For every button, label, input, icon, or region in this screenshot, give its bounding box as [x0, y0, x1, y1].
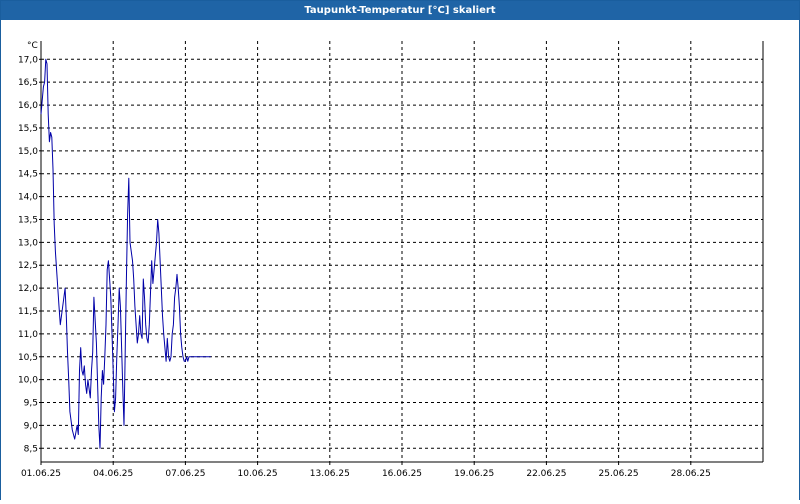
x-tick-label: 22.06.25 — [526, 469, 566, 479]
y-tick-label: 15,0 — [18, 147, 38, 157]
y-tick-label: 10,5 — [18, 353, 38, 363]
y-tick-label: 16,0 — [18, 101, 38, 111]
y-tick-label: 15,5 — [18, 124, 38, 134]
y-tick-label: 12,0 — [18, 284, 38, 294]
x-tick-label: 01.06.25 — [21, 469, 61, 479]
x-tick-label: 16.06.25 — [382, 469, 422, 479]
y-tick-label: 16,5 — [18, 78, 38, 88]
y-tick-label: 8,5 — [24, 444, 38, 454]
x-tick-label: 19.06.25 — [454, 469, 494, 479]
x-tick-label: 25.06.25 — [599, 469, 639, 479]
grid-lines — [41, 41, 763, 462]
y-tick-labels: 8,5 9,0 9,5 10,0 10,5 11,0 11,5 12,0 12,5 13,0 13,… — [18, 55, 38, 454]
window-title: Taupunkt-Temperatur [°C] skaliert — [1, 1, 799, 20]
x-tick-label: 28.06.25 — [671, 469, 711, 479]
y-tick-label: 14,5 — [18, 170, 38, 180]
x-tick-label: 07.06.25 — [165, 469, 205, 479]
y-tick-label: 14,0 — [18, 193, 38, 203]
y-tick-label: 10,0 — [18, 376, 38, 386]
y-tick-label: 11,5 — [18, 307, 38, 317]
x-tick-label: 10.06.25 — [238, 469, 278, 479]
dewpoint-chart: 8,5 9,0 9,5 10,0 10,5 11,0 11,5 12,0 12,5 13,0 13,… — [18, 41, 764, 479]
y-tick-label: 9,0 — [24, 421, 39, 431]
x-tick-labels: 01.06.25 04.06.25 07.06.25 10.06.25 13.06.25… — [21, 469, 711, 479]
y-axis-unit-label: °C — [27, 41, 38, 51]
chart-window: Taupunkt-Temperatur [°C] skaliert 8,5 9,0… — [0, 0, 800, 500]
y-tick-label: 17,0 — [18, 55, 38, 65]
y-tick-label: 13,5 — [18, 215, 38, 225]
y-tick-label: 11,0 — [18, 330, 38, 340]
y-tick-label: 13,0 — [18, 238, 38, 248]
chart-area: 8,5 9,0 9,5 10,0 10,5 11,0 11,5 12,0 12,5 13,0 13,… — [1, 21, 799, 500]
y-tick-label: 9,5 — [24, 399, 38, 409]
x-tick-label: 13.06.25 — [310, 469, 350, 479]
x-tick-label: 04.06.25 — [93, 469, 133, 479]
y-tick-label: 12,5 — [18, 261, 38, 271]
